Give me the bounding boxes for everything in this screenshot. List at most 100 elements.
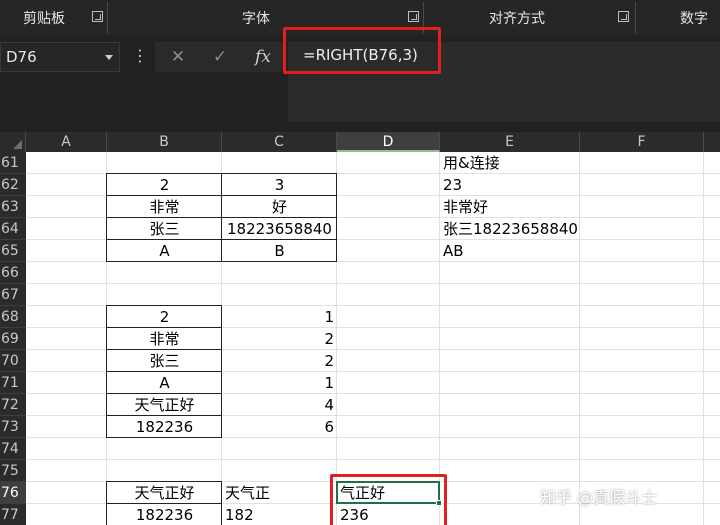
row-header-70[interactable]: 70 <box>0 350 26 372</box>
cell-border <box>107 261 337 262</box>
cell-c65[interactable]: B <box>222 240 337 262</box>
cell-border <box>107 305 222 306</box>
insert-function-button[interactable]: fx <box>248 42 278 72</box>
cell-border <box>107 349 222 350</box>
cell-c69[interactable]: 2 <box>222 328 337 350</box>
alignment-dialog-launcher-icon[interactable] <box>618 11 629 22</box>
cell-border <box>106 173 107 262</box>
cell-border <box>107 481 222 482</box>
cell-c76[interactable]: 天气正 <box>222 482 337 504</box>
column-header-f[interactable]: F <box>580 132 704 152</box>
cell-c72[interactable]: 4 <box>222 394 337 416</box>
cell-e64[interactable]: 张三18223658840 <box>440 218 580 240</box>
cell-c68[interactable]: 1 <box>222 306 337 328</box>
clipboard-dialog-launcher-icon[interactable] <box>92 11 103 22</box>
ribbon-group-clipboard: 剪贴板 <box>0 0 88 35</box>
cell-b70[interactable]: 张三 <box>107 350 222 372</box>
ribbon-group-font-label: 字体 <box>242 10 270 27</box>
column-header-a[interactable]: A <box>26 132 107 152</box>
chevron-down-icon[interactable] <box>105 55 113 60</box>
column-header-g-partial[interactable] <box>704 132 720 152</box>
cell-c71[interactable]: 1 <box>222 372 337 394</box>
select-all-corner[interactable] <box>0 132 26 152</box>
row-header-63[interactable]: 63 <box>0 196 26 218</box>
row-header-69[interactable]: 69 <box>0 328 26 350</box>
row-header-71[interactable]: 71 <box>0 372 26 394</box>
row-header-77[interactable]: 77 <box>0 504 26 525</box>
enter-icon[interactable]: ✓ <box>205 42 235 72</box>
more-options-icon[interactable]: ⋮ <box>132 44 148 68</box>
cell-b76[interactable]: 天气正好 <box>107 482 222 504</box>
formula-highlight-box <box>283 27 441 74</box>
cell-border <box>107 239 337 240</box>
cell-b73[interactable]: 182236 <box>107 416 222 438</box>
row-header-bar: 61 62 63 64 65 66 67 68 69 70 71 72 73 74 75 76 77 <box>0 152 26 525</box>
cell-border <box>107 327 222 328</box>
cell-border <box>107 195 337 196</box>
cell-border <box>336 173 337 262</box>
row-header-67[interactable]: 67 <box>0 284 26 306</box>
row-header-62[interactable]: 62 <box>0 174 26 196</box>
ribbon-group-clipboard-label: 剪贴板 <box>23 10 65 27</box>
row-header-68[interactable]: 68 <box>0 306 26 328</box>
gridline-row <box>26 459 720 460</box>
cell-c73[interactable]: 6 <box>222 416 337 438</box>
ribbon-group-alignment-label: 对齐方式 <box>489 10 545 27</box>
cell-border <box>107 503 222 504</box>
cell-c70[interactable]: 2 <box>222 350 337 372</box>
name-box-value: D76 <box>6 48 37 66</box>
column-header-d[interactable]: D <box>337 132 440 152</box>
cell-b77[interactable]: 182236 <box>107 504 222 525</box>
cell-border <box>221 305 222 438</box>
cell-b69[interactable]: 非常 <box>107 328 222 350</box>
column-header-e[interactable]: E <box>440 132 580 152</box>
cell-b62[interactable]: 2 <box>107 174 222 196</box>
row-header-73[interactable]: 73 <box>0 416 26 438</box>
name-box[interactable]: D76 <box>0 42 120 72</box>
cell-c64[interactable]: 18223658840 <box>222 218 337 240</box>
cell-b72[interactable]: 天气正好 <box>107 394 222 416</box>
cell-border <box>221 173 222 262</box>
fx-icon: fx <box>255 47 271 67</box>
formula-buttons: ✕ ✓ fx <box>155 42 286 72</box>
cell-border <box>106 305 107 438</box>
row-header-75[interactable]: 75 <box>0 460 26 482</box>
cell-border <box>107 217 337 218</box>
row-header-66[interactable]: 66 <box>0 262 26 284</box>
result-highlight-box <box>330 474 447 525</box>
cell-border <box>106 481 107 525</box>
cancel-icon[interactable]: ✕ <box>163 42 193 72</box>
cell-c62[interactable]: 3 <box>222 174 337 196</box>
cell-b65[interactable]: A <box>107 240 222 262</box>
cell-e63[interactable]: 非常好 <box>440 196 580 218</box>
cell-e61[interactable]: 用&连接 <box>440 152 580 174</box>
watermark: 知乎 @真假斗士 <box>540 488 658 507</box>
cell-e65[interactable]: AB <box>440 240 580 262</box>
cell-border <box>107 437 222 438</box>
cell-b71[interactable]: A <box>107 372 222 394</box>
column-header-b[interactable]: B <box>107 132 222 152</box>
row-header-61[interactable]: 61 <box>0 152 26 174</box>
column-header-bar: A B C D E F <box>0 132 720 152</box>
font-dialog-launcher-icon[interactable] <box>408 11 419 22</box>
spreadsheet-grid[interactable]: 用&连接 2 3 23 非常好非常好 张三 18223658840 张三18223658840… <box>26 152 720 525</box>
cell-border <box>107 371 222 372</box>
row-header-74[interactable]: 74 <box>0 438 26 460</box>
cell-b68[interactable]: 2 <box>107 306 222 328</box>
gridline-column <box>703 152 704 525</box>
cell-border <box>107 415 222 416</box>
row-header-72[interactable]: 72 <box>0 394 26 416</box>
ribbon-separator <box>635 2 636 33</box>
row-header-65[interactable]: 65 <box>0 240 26 262</box>
ribbon-group-alignment: 对齐方式 <box>424 0 610 35</box>
row-header-64[interactable]: 64 <box>0 218 26 240</box>
ribbon-group-number: 数字 <box>680 0 720 35</box>
row-header-76[interactable]: 76 <box>0 482 26 504</box>
cell-e62[interactable]: 23 <box>440 174 580 196</box>
cell-c63[interactable]: 好 <box>222 196 337 218</box>
cell-b64[interactable]: 张三 <box>107 218 222 240</box>
cell-c77[interactable]: 182 <box>222 504 337 525</box>
cell-b63[interactable]: 非常 <box>107 196 222 218</box>
cell-border <box>221 481 222 525</box>
column-header-c[interactable]: C <box>222 132 337 152</box>
